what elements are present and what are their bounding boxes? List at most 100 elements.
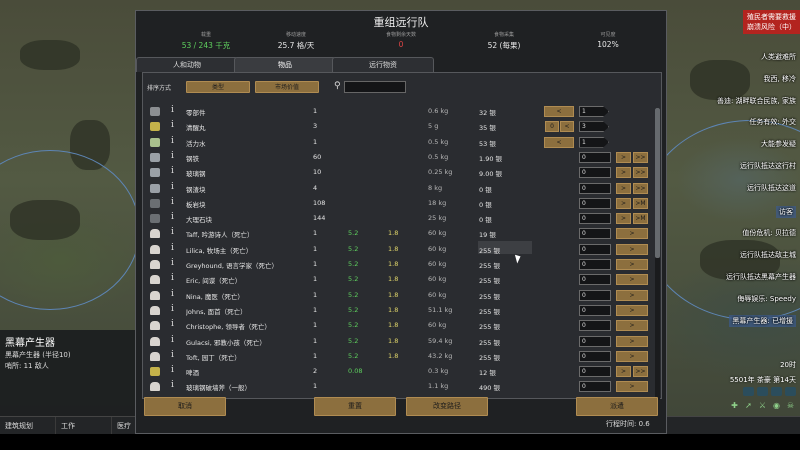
increase-button[interactable]: >> [633,167,648,179]
quantity-field[interactable]: 3 [579,121,609,133]
info-icon[interactable]: i [171,105,174,115]
increase-button[interactable]: >> [633,182,648,194]
info-icon[interactable]: i [171,350,174,360]
tab-architect[interactable]: 建筑规划 [0,417,56,435]
info-icon[interactable]: i [171,182,174,192]
tab-travel-supplies[interactable]: 远行物资 [332,57,434,72]
sword-icon[interactable]: ⚔ [757,401,768,410]
increase-button[interactable]: > [616,320,648,332]
tab-items[interactable]: 物品 [234,57,336,72]
increase-button[interactable]: >> [633,151,648,163]
eye-icon[interactable]: ◉ [771,401,782,410]
info-icon[interactable]: i [171,212,174,222]
speed-3-button[interactable] [785,387,796,396]
info-icon[interactable]: i [171,365,174,375]
increase-button[interactable]: > [616,228,648,240]
quantity-field[interactable]: 0 [579,228,611,240]
increase-button[interactable]: > [616,366,631,378]
message-item[interactable]: 人类避难所 [761,52,796,62]
search-input[interactable] [344,81,406,93]
increase-button[interactable]: >M [633,213,648,225]
info-icon[interactable]: i [171,273,174,283]
increase-button[interactable]: > [616,350,648,362]
alert-critical[interactable]: 殖民者需要救援 崩溃风险（中） [743,10,800,34]
increase-button[interactable]: > [616,167,631,179]
increase-button[interactable]: > [616,259,648,270]
message-item[interactable]: 黑幕产生器: 已增援 [729,315,796,327]
change-route-button[interactable]: 改变路径 [406,397,488,416]
sort-type-button[interactable]: 类型 [186,81,250,93]
reset-button[interactable]: 重置 [314,397,396,416]
info-icon[interactable]: i [171,380,174,390]
scrollbar-thumb[interactable] [655,108,660,258]
increase-button[interactable]: > [616,289,648,301]
message-item[interactable]: 善迪: 湖畔联合民族, 家族 [717,96,796,106]
speed-1-button[interactable] [757,387,768,396]
info-icon[interactable]: i [171,151,174,161]
message-item[interactable]: 值份危机: 贝拉德 [742,228,796,238]
increase-button[interactable]: > [616,274,648,286]
quantity-field[interactable]: 0 [579,366,611,378]
quantity-field[interactable]: 0 [579,167,611,179]
send-button[interactable]: 派遣 [576,397,658,416]
info-icon[interactable]: i [171,136,174,146]
quantity-field[interactable]: 0 [579,197,611,209]
increase-button[interactable]: > [616,335,648,347]
sort-value-button[interactable]: 市场价值 [255,81,319,93]
increase-button[interactable]: > [616,304,648,316]
message-item[interactable]: 远行队抵达这行村 [740,161,796,171]
increase-button[interactable]: > [616,243,648,255]
info-icon[interactable]: i [171,197,174,207]
tab-pawns[interactable]: 人和动物 [136,57,238,72]
info-icon[interactable]: i [171,335,174,345]
arrow-icon[interactable]: ➚ [743,401,754,410]
cancel-button[interactable]: 取消 [144,397,226,416]
quantity-field[interactable]: 0 [579,243,611,255]
increase-button[interactable]: >> [633,366,648,378]
skull-icon[interactable]: ☠ [785,401,796,410]
info-icon[interactable]: i [171,227,174,237]
decrease-button[interactable]: < [560,121,574,133]
quantity-field[interactable]: 0 [579,259,611,270]
message-item[interactable]: 侮辱娱乐: Speedy [737,294,796,304]
decrease-button[interactable]: 0 [545,121,559,133]
increase-button[interactable]: >M [633,197,648,209]
increase-button[interactable]: > [616,381,648,393]
info-icon[interactable]: i [171,319,174,329]
increase-button[interactable]: > [616,213,631,225]
quantity-field[interactable]: 0 [579,289,611,301]
message-item[interactable]: 我西, 移冷 [764,74,796,84]
quantity-field[interactable]: 0 [579,274,611,286]
decrease-button[interactable]: < [544,106,574,117]
quantity-field[interactable]: 0 [579,182,611,194]
speed-2-button[interactable] [771,387,782,396]
info-icon[interactable]: i [171,258,174,268]
quantity-field[interactable]: 0 [579,335,611,347]
increase-button[interactable]: > [616,151,631,163]
message-item[interactable]: 大能参发疑 [761,139,796,149]
increase-button[interactable]: > [616,182,631,194]
pause-button[interactable] [743,387,754,396]
info-icon[interactable]: i [171,120,174,130]
quantity-field[interactable]: 0 [579,350,611,362]
tab-work[interactable]: 工作 [56,417,112,435]
quantity-field[interactable]: 0 [579,381,611,393]
quantity-field[interactable]: 1 [579,106,609,117]
info-icon[interactable]: i [171,243,174,253]
info-icon[interactable]: i [171,166,174,176]
increase-button[interactable]: > [616,197,631,209]
message-item[interactable]: 任务有效: 外交 [749,117,796,127]
decrease-button[interactable]: < [544,136,574,148]
message-item[interactable]: 远行队抵达这道 [747,183,796,193]
message-item[interactable]: 访客 [776,206,796,218]
quantity-field[interactable]: 1 [579,136,609,148]
plant-icon[interactable]: ✚ [729,401,740,410]
message-item[interactable]: 远行队抵达敌主城 [740,250,796,260]
info-icon[interactable]: i [171,289,174,299]
quantity-field[interactable]: 0 [579,320,611,332]
quantity-field[interactable]: 0 [579,213,611,225]
message-item[interactable]: 远行队抵达黑幕产生器 [726,272,796,282]
info-icon[interactable]: i [171,304,174,314]
quantity-field[interactable]: 0 [579,151,611,163]
scrollbar[interactable] [655,108,660,400]
